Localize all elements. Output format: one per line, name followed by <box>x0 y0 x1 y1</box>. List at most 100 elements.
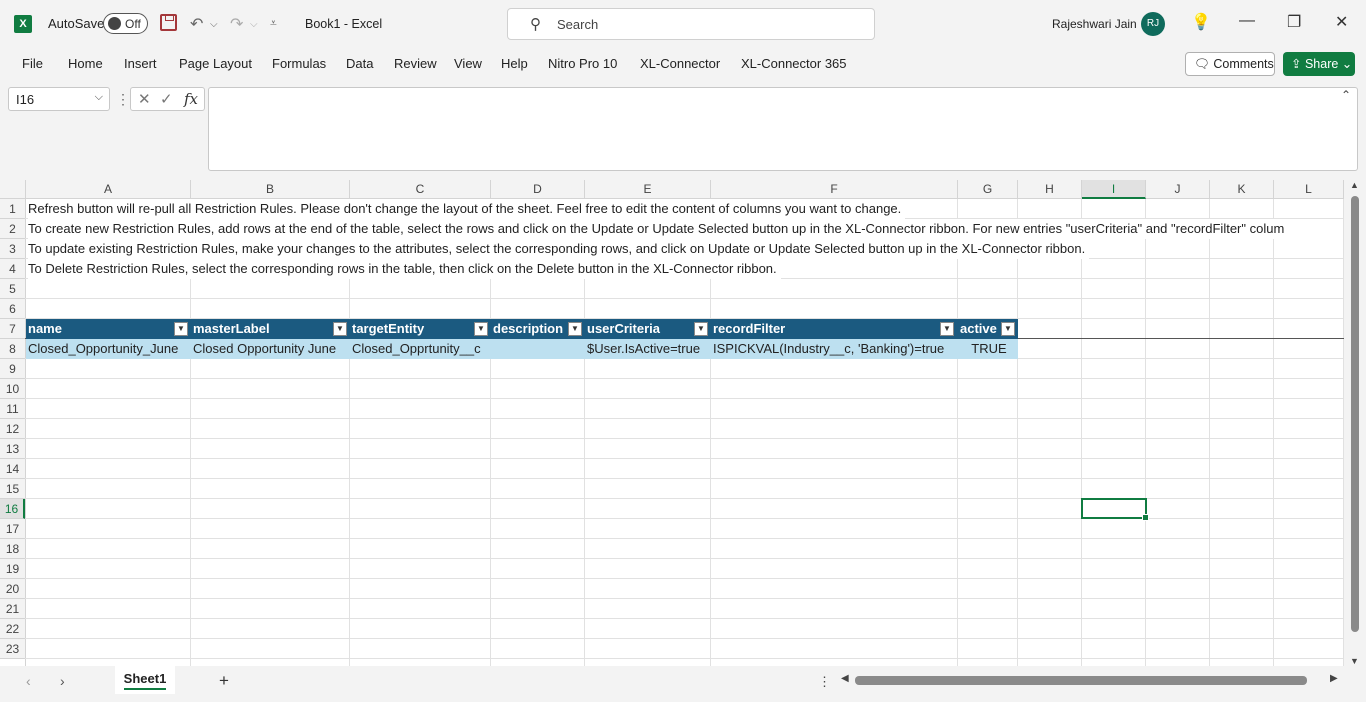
collapse-formula-icon[interactable]: ⌃ <box>1341 88 1351 102</box>
menu-view[interactable]: View <box>454 56 482 71</box>
note-cell[interactable]: Refresh button will re-pull all Restrict… <box>28 199 906 219</box>
row-header[interactable]: 10 <box>0 379 25 399</box>
column-header[interactable]: L <box>1274 180 1344 199</box>
sheet-tab[interactable]: Sheet1 <box>115 666 175 694</box>
row-header[interactable]: 18 <box>0 539 25 559</box>
active-cell[interactable] <box>1081 498 1149 521</box>
row-header[interactable]: 22 <box>0 619 25 639</box>
search-box[interactable]: ⚲ Search <box>507 8 875 40</box>
save-icon[interactable] <box>160 14 177 31</box>
note-cell[interactable]: To update existing Restriction Rules, ma… <box>28 239 1090 259</box>
column-header[interactable]: C <box>350 180 491 199</box>
scroll-down-icon[interactable]: ▼ <box>1350 656 1359 666</box>
column-header[interactable]: K <box>1210 180 1274 199</box>
filter-dropdown-icon[interactable]: ▼ <box>568 322 582 336</box>
lightbulb-icon[interactable]: 💡 <box>1191 12 1211 32</box>
filter-dropdown-icon[interactable]: ▼ <box>174 322 188 336</box>
table-header-cell[interactable]: userCriteria ▼ <box>585 319 711 339</box>
row-header[interactable]: 14 <box>0 459 25 479</box>
filter-dropdown-icon[interactable]: ▼ <box>333 322 347 336</box>
table-header-cell[interactable]: targetEntity ▼ <box>350 319 491 339</box>
menu-page-layout[interactable]: Page Layout <box>179 56 252 71</box>
row-header[interactable]: 12 <box>0 419 25 439</box>
select-all-corner[interactable] <box>0 180 26 199</box>
row-header-selected[interactable]: 16 <box>0 499 25 519</box>
avatar[interactable]: RJ <box>1141 12 1165 36</box>
row-header[interactable]: 1 <box>0 199 25 219</box>
menu-formulas[interactable]: Formulas <box>272 56 326 71</box>
enter-icon[interactable]: ✓ <box>160 90 173 108</box>
user-name[interactable]: Rajeshwari Jain <box>1052 17 1137 31</box>
column-header[interactable]: H <box>1018 180 1082 199</box>
column-header[interactable]: F <box>711 180 958 199</box>
row-header[interactable]: 3 <box>0 239 25 259</box>
add-sheet-icon[interactable]: + <box>219 671 229 691</box>
filter-dropdown-icon[interactable]: ▼ <box>474 322 488 336</box>
autosave-toggle[interactable]: Off <box>103 13 148 34</box>
menu-xl-connector[interactable]: XL-Connector <box>640 56 720 71</box>
prev-sheet-icon[interactable]: ‹ <box>26 673 31 689</box>
table-header-cell[interactable]: name ▼ <box>26 319 191 339</box>
cancel-icon[interactable]: ✕ <box>138 90 151 108</box>
undo-icon[interactable]: ↶ <box>190 14 203 34</box>
menu-review[interactable]: Review <box>394 56 437 71</box>
table-cell[interactable]: Closed_Opportunity_June <box>26 339 191 359</box>
spreadsheet-grid[interactable]: A B C D E F G H I J K L 1 2 3 4 5 6 7 8 … <box>0 180 1366 666</box>
table-cell[interactable]: Closed Opportunity June <box>191 339 350 359</box>
chevron-down-icon[interactable]: ⌵ <box>95 91 103 104</box>
table-cell[interactable]: ISPICKVAL(Industry__c, 'Banking')=true <box>711 339 958 359</box>
column-header[interactable]: G <box>958 180 1018 199</box>
row-header[interactable]: 15 <box>0 479 25 499</box>
column-header[interactable]: D <box>491 180 585 199</box>
menu-xl-connector-365[interactable]: XL-Connector 365 <box>741 56 847 71</box>
table-header-cell[interactable]: recordFilter ▼ <box>711 319 958 339</box>
redo-dropdown-icon[interactable]: ⌵ <box>250 19 258 30</box>
row-header[interactable]: 8 <box>0 339 25 359</box>
row-header[interactable]: 2 <box>0 219 25 239</box>
table-cell[interactable]: Closed_Opprtunity__c <box>350 339 491 359</box>
menu-data[interactable]: Data <box>346 56 373 71</box>
row-header[interactable]: 20 <box>0 579 25 599</box>
table-header-cell[interactable]: description ▼ <box>491 319 585 339</box>
row-header[interactable]: 23 <box>0 639 25 659</box>
tab-options-icon[interactable]: ⋮ <box>818 674 831 690</box>
undo-dropdown-icon[interactable]: ⌵ <box>210 19 218 30</box>
row-header[interactable]: 11 <box>0 399 25 419</box>
restore-icon[interactable]: ❐ <box>1287 12 1301 32</box>
row-header[interactable]: 13 <box>0 439 25 459</box>
share-button[interactable]: ⇪ Share ⌄ <box>1283 52 1355 76</box>
comments-button[interactable]: 🗨 Comments <box>1185 52 1275 76</box>
menu-nitro-pro[interactable]: Nitro Pro 10 <box>548 56 617 71</box>
formula-input[interactable]: ⌃ <box>208 87 1358 171</box>
row-header[interactable]: 5 <box>0 279 25 299</box>
column-header[interactable]: J <box>1146 180 1210 199</box>
row-header[interactable]: 4 <box>0 259 25 279</box>
filter-dropdown-icon[interactable]: ▼ <box>1001 322 1015 336</box>
row-header[interactable]: 21 <box>0 599 25 619</box>
menu-home[interactable]: Home <box>68 56 103 71</box>
note-cell[interactable]: To Delete Restriction Rules, select the … <box>28 259 781 279</box>
table-cell[interactable]: $User.IsActive=true <box>585 339 711 359</box>
name-box[interactable]: I16 ⌵ <box>8 87 110 111</box>
scroll-right-icon[interactable]: ▶ <box>1330 673 1338 684</box>
filter-dropdown-icon[interactable]: ▼ <box>940 322 954 336</box>
horizontal-scroll-thumb[interactable] <box>855 676 1307 685</box>
scroll-thumb[interactable] <box>1351 196 1359 632</box>
table-header-cell[interactable]: active ▼ <box>958 319 1018 339</box>
column-header-selected[interactable]: I <box>1082 180 1146 199</box>
row-header[interactable]: 7 <box>0 319 25 339</box>
table-header-cell[interactable]: masterLabel ▼ <box>191 319 350 339</box>
row-header[interactable]: 19 <box>0 559 25 579</box>
column-header[interactable]: A <box>26 180 191 199</box>
menu-help[interactable]: Help <box>501 56 528 71</box>
redo-icon[interactable]: ↷ <box>230 14 243 34</box>
menu-insert[interactable]: Insert <box>124 56 157 71</box>
scroll-up-icon[interactable]: ▲ <box>1350 180 1359 190</box>
column-header[interactable]: B <box>191 180 350 199</box>
table-cell[interactable] <box>491 339 585 359</box>
close-icon[interactable]: ✕ <box>1335 12 1348 32</box>
scroll-left-icon[interactable]: ◀ <box>841 673 849 684</box>
row-header[interactable]: 9 <box>0 359 25 379</box>
row-header[interactable]: 6 <box>0 299 25 319</box>
next-sheet-icon[interactable]: › <box>60 673 65 689</box>
